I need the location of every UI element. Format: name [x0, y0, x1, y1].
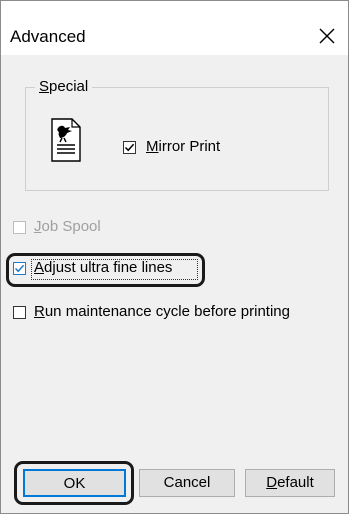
- default-button[interactable]: Default: [245, 469, 335, 497]
- close-button[interactable]: [309, 21, 345, 51]
- close-icon: [319, 28, 335, 44]
- advanced-dialog: Advanced Special Mirror Print Job Spool: [0, 0, 349, 514]
- mirror-print-checkbox[interactable]: [123, 141, 136, 154]
- maintenance-cycle-checkbox[interactable]: [13, 306, 26, 319]
- job-spool-label[interactable]: Job Spool: [34, 218, 101, 236]
- checkmark-icon: [124, 143, 135, 152]
- job-spool-checkbox[interactable]: [13, 221, 26, 234]
- special-group-label: Special: [35, 78, 93, 96]
- cancel-button[interactable]: Cancel: [139, 469, 235, 497]
- maintenance-cycle-label[interactable]: Run maintenance cycle before printing: [34, 303, 290, 321]
- ok-highlight-callout: [14, 461, 134, 505]
- printer-document-icon: [51, 118, 81, 162]
- window-title: Advanced: [10, 27, 86, 46]
- mirror-print-label[interactable]: Mirror Print: [146, 138, 220, 156]
- title-bar: Advanced: [1, 1, 348, 55]
- highlight-callout: [6, 253, 205, 287]
